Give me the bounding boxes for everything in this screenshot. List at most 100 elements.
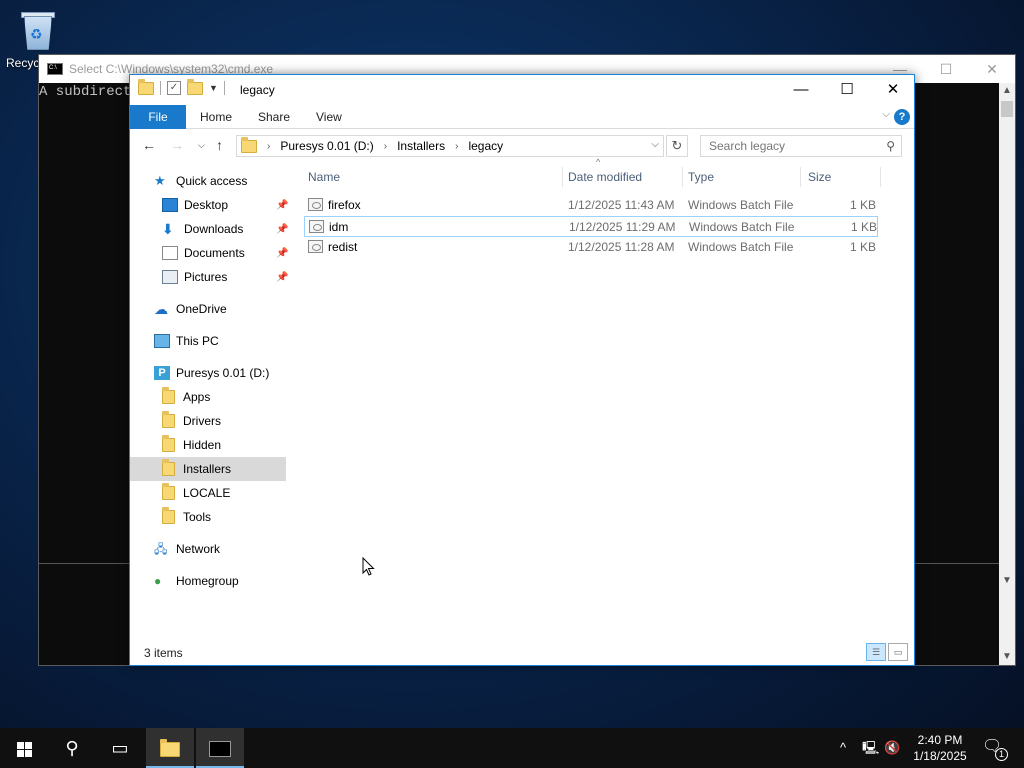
help-icon[interactable]: ? <box>894 109 910 125</box>
forward-icon[interactable]: → <box>170 137 184 153</box>
folder-icon <box>162 411 175 428</box>
tab-file[interactable]: File <box>130 105 186 129</box>
explorer-maximize-button[interactable]: ☐ <box>824 75 870 105</box>
pin-icon[interactable]: 📌 <box>276 248 288 259</box>
pin-icon[interactable]: 📌 <box>276 224 288 235</box>
nav-folder-apps[interactable]: Apps <box>162 385 210 409</box>
search-icon: ⚲ <box>886 139 895 153</box>
pin-icon[interactable]: 📌 <box>276 272 288 283</box>
file-row[interactable]: idm 1/12/2025 11:29 AM Windows Batch Fil… <box>304 216 878 237</box>
network-tray-icon[interactable]: 🖳 <box>862 728 879 768</box>
back-icon[interactable]: ← <box>142 137 156 153</box>
refresh-icon[interactable]: ↻ <box>666 135 688 157</box>
tab-view[interactable]: View <box>302 105 356 129</box>
nav-documents[interactable]: Documents 📌 <box>162 241 290 265</box>
status-bar: 3 items ☰ ▭ <box>130 639 914 665</box>
recent-locations-icon[interactable]: ⌵ <box>198 140 205 151</box>
file-row[interactable]: redist 1/12/2025 11:28 AM Windows Batch … <box>304 237 878 258</box>
tab-home[interactable]: Home <box>186 105 246 129</box>
quick-access-toolbar: ✓ ▼ <box>138 78 225 95</box>
taskbar: ⚲ ▭ ^ 🖳 🔇 2:40 PM 1/18/2025 🗨 1 <box>0 728 1024 768</box>
folder-icon <box>160 738 180 757</box>
scroll-thumb[interactable] <box>1001 101 1013 117</box>
breadcrumb-installers[interactable]: Installers <box>397 139 445 153</box>
nav-downloads[interactable]: ⬇ Downloads 📌 <box>162 217 290 241</box>
explorer-window[interactable]: ✓ ▼ legacy — ☐ ✕ File Home Share View ⌵ … <box>129 74 915 666</box>
properties-icon[interactable]: ✓ <box>167 81 181 95</box>
tab-share[interactable]: Share <box>244 105 304 129</box>
folder-icon <box>162 459 175 476</box>
folder-icon <box>162 507 175 524</box>
cmd-close-button[interactable]: ✕ <box>969 55 1015 83</box>
address-dropdown-icon[interactable]: ⌵ <box>651 139 659 150</box>
nav-folder-drivers[interactable]: Drivers <box>162 409 221 433</box>
address-row: ← → ⌵ ↑ › Puresys 0.01 (D:) › Installers… <box>130 129 914 163</box>
action-center-icon[interactable]: 🗨 1 <box>982 736 1008 761</box>
large-icons-view-icon[interactable]: ▭ <box>888 643 908 661</box>
file-list: ^ Name Date modified Type Size firefox 1… <box>300 157 914 637</box>
computer-icon <box>154 334 170 348</box>
batch-file-icon <box>308 240 323 253</box>
task-view-icon[interactable]: ▭ <box>96 728 144 768</box>
folder-icon <box>162 387 175 404</box>
document-icon <box>162 246 178 260</box>
file-explorer-taskbar-icon[interactable] <box>146 728 194 768</box>
nav-onedrive[interactable]: ☁ OneDrive <box>154 297 227 321</box>
recycle-bin-label: Recycle Bin <box>6 56 40 70</box>
cmd-icon <box>47 63 63 75</box>
explorer-close-button[interactable]: ✕ <box>870 75 916 105</box>
star-icon: ★ <box>154 173 166 188</box>
cmd-scrollbar[interactable]: ▲ ▼ ▼ <box>999 83 1015 665</box>
batch-file-icon <box>308 198 323 211</box>
nav-quick-access[interactable]: ★ Quick access <box>154 169 247 193</box>
nav-folder-locale[interactable]: LOCALE <box>162 481 230 505</box>
desktop-icon <box>162 198 178 212</box>
address-bar[interactable]: › Puresys 0.01 (D:) › Installers › legac… <box>236 135 664 157</box>
show-hidden-icons-icon[interactable]: ^ <box>840 728 846 768</box>
nav-homegroup[interactable]: ● Homegroup <box>154 569 239 593</box>
homegroup-icon: ● <box>154 574 162 588</box>
breadcrumb-drive[interactable]: Puresys 0.01 (D:) <box>280 139 373 153</box>
nav-desktop[interactable]: Desktop 📌 <box>162 193 290 217</box>
search-taskbar-icon[interactable]: ⚲ <box>48 728 96 768</box>
expand-ribbon-icon[interactable]: ⌵ <box>882 109 890 120</box>
windows-logo-icon <box>16 741 32 757</box>
file-row[interactable]: firefox 1/12/2025 11:43 AM Windows Batch… <box>304 195 878 216</box>
nav-folder-tools[interactable]: Tools <box>162 505 211 529</box>
drive-icon: P <box>154 366 170 380</box>
breadcrumb-legacy[interactable]: legacy <box>468 139 503 153</box>
start-button[interactable] <box>0 728 48 768</box>
scroll-down-bottom-icon[interactable]: ▼ <box>999 649 1015 665</box>
search-input[interactable]: Search legacy ⚲ <box>700 135 902 157</box>
nav-folder-installers[interactable]: Installers <box>130 457 286 481</box>
column-header-name[interactable]: Name <box>300 163 562 187</box>
new-folder-icon[interactable] <box>187 78 203 95</box>
scroll-down-icon[interactable]: ▼ <box>999 575 1015 591</box>
pictures-icon <box>162 270 178 284</box>
console-text: A subdirecto <box>39 84 140 100</box>
cmd-maximize-button[interactable]: ☐ <box>923 55 969 83</box>
column-header-type[interactable]: Type <box>680 163 800 187</box>
column-header-size[interactable]: Size <box>800 163 880 187</box>
system-clock[interactable]: 2:40 PM 1/18/2025 <box>905 732 975 764</box>
column-header-date[interactable]: Date modified <box>560 163 680 187</box>
nav-pictures[interactable]: Pictures 📌 <box>162 265 290 289</box>
nav-drive-d[interactable]: P Puresys 0.01 (D:) <box>154 361 269 385</box>
nav-network[interactable]: 🖧 Network <box>154 537 220 561</box>
scroll-up-icon[interactable]: ▲ <box>999 83 1015 99</box>
up-icon[interactable]: ↑ <box>216 137 223 153</box>
explorer-title-bar[interactable]: ✓ ▼ legacy — ☐ ✕ <box>130 75 914 105</box>
clock-date: 1/18/2025 <box>913 749 967 763</box>
customize-toolbar-icon[interactable]: ▼ <box>209 83 218 93</box>
mouse-cursor-icon <box>362 557 375 576</box>
notification-badge: 1 <box>995 748 1008 761</box>
volume-muted-icon[interactable]: 🔇 <box>884 728 900 768</box>
pin-icon[interactable]: 📌 <box>276 200 288 211</box>
nav-this-pc[interactable]: This PC <box>154 329 219 353</box>
nav-folder-hidden[interactable]: Hidden <box>162 433 221 457</box>
explorer-minimize-button[interactable]: — <box>778 75 824 105</box>
network-icon: 🖧 <box>154 542 168 556</box>
cmd-taskbar-icon[interactable] <box>196 728 244 768</box>
search-placeholder: Search legacy <box>709 139 786 153</box>
details-view-icon[interactable]: ☰ <box>866 643 886 661</box>
